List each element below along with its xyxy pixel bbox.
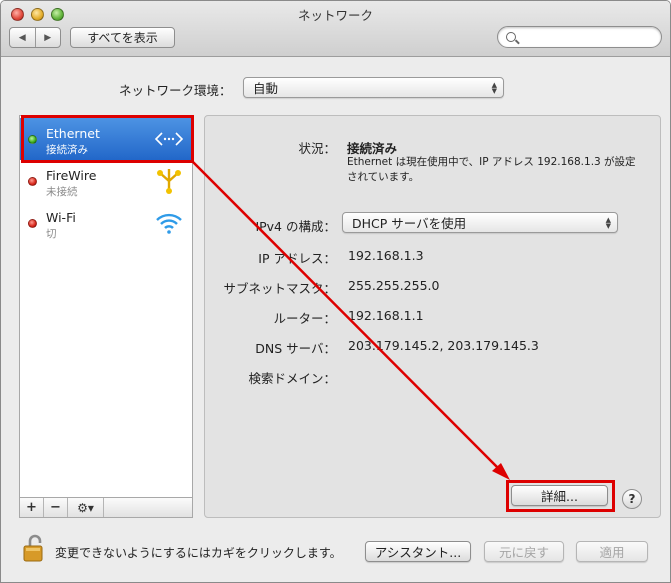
window-title: ネットワーク <box>297 8 373 23</box>
service-name: Ethernet <box>46 126 100 141</box>
show-all-button[interactable]: すべてを表示 <box>70 27 175 48</box>
subnet-mask-value: 255.255.255.0 <box>348 278 440 293</box>
lock-instruction-text: 変更できないようにするにはカギをクリックします。 <box>55 546 342 560</box>
service-name: Wi-Fi <box>46 210 76 225</box>
back-forward-control: ◀ ▶ <box>9 27 61 48</box>
assistant-button[interactable]: アシスタント... <box>365 541 471 562</box>
service-item-wifi[interactable]: Wi-Fi 切 <box>20 202 192 244</box>
router-label: ルーター： <box>273 311 336 326</box>
help-button[interactable]: ? <box>622 489 642 509</box>
dns-server-value: 203.179.145.2, 203.179.145.3 <box>348 338 539 353</box>
back-button[interactable]: ◀ <box>10 28 36 47</box>
status-indicator <box>28 219 37 228</box>
status-indicator <box>28 177 37 186</box>
dns-server-label: DNS サーバ： <box>255 341 336 356</box>
apply-button[interactable]: 適用 <box>576 541 648 562</box>
search-icon <box>506 32 516 42</box>
search-domains-label: 検索ドメイン： <box>248 371 336 386</box>
location-value: 自動 <box>253 81 279 96</box>
service-status: 接続済み <box>46 144 88 156</box>
updown-arrows-icon: ▲ ▼ <box>491 81 497 95</box>
firewire-icon <box>157 169 181 194</box>
subnet-mask-label: サブネットマスク： <box>223 281 336 296</box>
remove-service-button[interactable]: − <box>44 498 68 517</box>
title-bar: ネットワーク ◀ ▶ すべてを表示 <box>1 1 670 57</box>
service-list-toolbar: + − ⚙▾ <box>19 497 193 518</box>
service-status: 未接続 <box>46 186 78 198</box>
ip-address-label: IP アドレス： <box>258 251 336 266</box>
service-item-ethernet[interactable]: Ethernet 接続済み <box>20 118 192 160</box>
service-item-firewire[interactable]: FireWire 未接続 <box>20 160 192 202</box>
network-preferences-window: ネットワーク ◀ ▶ すべてを表示 ネットワーク環境： 自動 ▲ ▼ Ethern… <box>0 0 671 583</box>
status-indicator <box>28 135 37 144</box>
search-input[interactable] <box>497 26 662 48</box>
add-service-button[interactable]: + <box>20 498 44 517</box>
status-label: 状況： <box>298 141 336 156</box>
ipv4-config-label: IPv4 の構成： <box>255 219 336 234</box>
revert-button[interactable]: 元に戻す <box>484 541 564 562</box>
ip-address-value: 192.168.1.3 <box>348 248 424 263</box>
router-value: 192.168.1.1 <box>348 308 424 323</box>
wifi-icon <box>156 213 182 234</box>
service-status: 切 <box>46 228 57 240</box>
gear-action-menu-button[interactable]: ⚙▾ <box>68 498 104 517</box>
status-description: Ethernet は現在使用中で、IP アドレス 192.168.1.3 が設定… <box>347 156 636 183</box>
advanced-button[interactable]: 詳細... <box>511 485 608 506</box>
service-list: Ethernet 接続済み FireWire 未接続 Wi-Fi 切 <box>19 115 193 518</box>
location-label: ネットワーク環境： <box>119 83 232 98</box>
updown-arrows-icon: ▲ ▼ <box>605 216 611 230</box>
service-name: FireWire <box>46 168 97 183</box>
location-select[interactable]: 自動 ▲ ▼ <box>243 77 504 98</box>
forward-button[interactable]: ▶ <box>36 28 61 47</box>
ipv4-config-value: DHCP サーバを使用 <box>352 216 467 231</box>
ethernet-icon <box>154 132 184 146</box>
ipv4-config-select[interactable]: DHCP サーバを使用 ▲ ▼ <box>342 212 618 233</box>
lock-icon[interactable] <box>23 533 47 563</box>
